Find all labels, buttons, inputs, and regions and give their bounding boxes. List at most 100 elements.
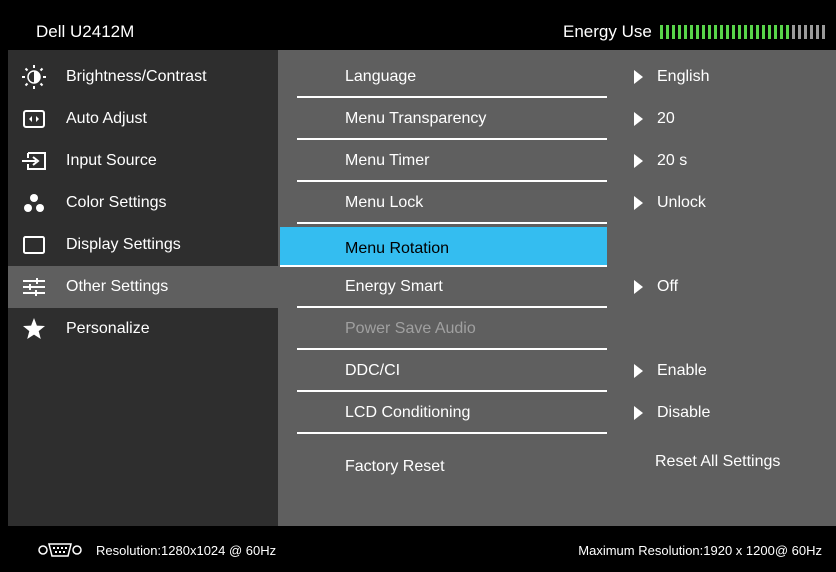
menu-row-value-text: Unlock: [657, 194, 706, 211]
menu-row-value: 20: [634, 110, 675, 128]
energy-bar: [821, 25, 825, 39]
monitor-osd: Dell U2412M Energy Use Brightness/Contra…: [0, 0, 836, 572]
sidebar-item-input-source[interactable]: Input Source: [8, 140, 278, 182]
menu-row-menu-transparency[interactable]: Menu Transparency 20: [278, 98, 836, 140]
menu-row-label-selected: Menu Rotation: [345, 240, 450, 257]
max-resolution: Maximum Resolution:1920 x 1200@ 60Hz: [578, 543, 822, 558]
arrow-right-icon: [634, 280, 643, 294]
arrow-right-icon: [634, 406, 643, 420]
menu-row-value-text: English: [657, 68, 710, 85]
energy-bar: [701, 25, 705, 39]
energy-bar: [725, 25, 729, 39]
energy-bar: [797, 25, 801, 39]
menu-row-value: Unlock: [634, 194, 706, 212]
menu-row-value-text: Disable: [657, 404, 711, 421]
sidebar-item-auto-adjust[interactable]: Auto Adjust: [8, 98, 278, 140]
sidebar: Brightness/Contrast Auto Adjust Input So…: [8, 50, 278, 526]
display-settings-icon: [22, 233, 46, 257]
other-settings-icon: [22, 275, 46, 299]
menu-row-value: Enable: [634, 362, 707, 380]
energy-bar: [695, 25, 699, 39]
title-bar: Dell U2412M Energy Use: [0, 0, 836, 50]
energy-bar: [659, 25, 663, 39]
menu-row-label: Language: [345, 68, 417, 85]
sidebar-item-label: Brightness/Contrast: [66, 68, 207, 85]
menu-row-label: Menu Transparency: [345, 110, 487, 127]
energy-use-label: Energy Use: [563, 22, 652, 41]
sidebar-item-personalize[interactable]: Personalize: [8, 308, 278, 350]
sidebar-item-brightness-contrast[interactable]: Brightness/Contrast: [8, 56, 278, 98]
sidebar-item-label: Auto Adjust: [66, 110, 147, 127]
menu-row-lcd-conditioning[interactable]: LCD Conditioning Disable: [278, 392, 836, 434]
menu-row-label: LCD Conditioning: [345, 404, 471, 421]
input-source-icon: [22, 149, 46, 173]
sidebar-item-display-settings[interactable]: Display Settings: [8, 224, 278, 266]
status-bar: Resolution:1280x1024 @ 60Hz Maximum Reso…: [0, 526, 836, 572]
menu-row-ddc-ci[interactable]: DDC/CI Enable: [278, 350, 836, 392]
energy-bar: [773, 25, 777, 39]
energy-bar: [815, 25, 819, 39]
menu-row-label: DDC/CI: [345, 362, 401, 379]
menu-row-label: Power Save Audio: [345, 320, 476, 337]
energy-bar: [791, 25, 795, 39]
energy-bar: [737, 25, 741, 39]
star-icon: [22, 317, 46, 341]
sidebar-item-other-settings[interactable]: Other Settings: [8, 266, 278, 308]
menu-row-menu-lock[interactable]: Menu Lock Unlock: [278, 182, 836, 224]
sidebar-item-label: Display Settings: [66, 236, 181, 253]
reset-all-settings-option[interactable]: Reset All Settings: [655, 453, 780, 471]
sidebar-item-label: Other Settings: [66, 278, 169, 295]
energy-bar: [809, 25, 813, 39]
sidebar-item-label: Personalize: [66, 320, 150, 337]
energy-bar: [779, 25, 783, 39]
divider: [297, 222, 607, 224]
energy-bar: [803, 25, 807, 39]
menu-row-value-text: 20 s: [657, 152, 688, 169]
menu-row-label: Menu Lock: [345, 194, 424, 211]
energy-bar: [665, 25, 669, 39]
energy-level-bars: [659, 25, 828, 39]
energy-bar: [689, 25, 693, 39]
energy-bar: [755, 25, 759, 39]
energy-use-meter: Energy Use: [563, 22, 828, 42]
monitor-model: Dell U2412M: [36, 22, 135, 41]
menu-row-power-save-audio: Power Save Audio: [278, 308, 836, 350]
arrow-right-icon: [634, 154, 643, 168]
menu-row-value: 20 s: [634, 152, 687, 170]
menu-row-value: English: [634, 68, 709, 86]
energy-bar: [749, 25, 753, 39]
arrow-right-icon: [634, 112, 643, 126]
energy-bar: [731, 25, 735, 39]
energy-bar: [707, 25, 711, 39]
menu-row-energy-smart[interactable]: Energy Smart Off: [278, 266, 836, 308]
energy-bar: [671, 25, 675, 39]
menu-row-label: Energy Smart: [345, 278, 443, 295]
divider: [297, 432, 607, 434]
menu-row-label: Menu Timer: [345, 152, 430, 169]
arrow-right-icon: [634, 196, 643, 210]
energy-bar: [713, 25, 717, 39]
sidebar-item-label: Color Settings: [66, 194, 167, 211]
energy-bar: [761, 25, 765, 39]
menu-row-value: Disable: [634, 404, 710, 422]
vga-icon: [38, 542, 82, 561]
menu-row-language[interactable]: Language English: [278, 56, 836, 98]
color-settings-icon: [22, 191, 46, 215]
arrow-right-icon: [634, 70, 643, 84]
energy-bar: [743, 25, 747, 39]
menu-row-menu-timer[interactable]: Menu Timer 20 s: [278, 140, 836, 182]
menu-row-value-text: Off: [657, 278, 679, 295]
arrow-right-icon: [634, 364, 643, 378]
energy-bar: [719, 25, 723, 39]
sidebar-item-label: Input Source: [66, 152, 157, 169]
sidebar-item-color-settings[interactable]: Color Settings: [8, 182, 278, 224]
energy-bar: [677, 25, 681, 39]
menu-row-label: Factory Reset: [345, 458, 445, 475]
energy-bar: [785, 25, 789, 39]
menu-row-value: Off: [634, 278, 678, 296]
menu-row-value-text: Enable: [657, 362, 707, 379]
auto-adjust-icon: [22, 107, 46, 131]
brightness-icon: [22, 65, 46, 89]
menu-row-value-text: 20: [657, 110, 675, 127]
energy-bar: [767, 25, 771, 39]
